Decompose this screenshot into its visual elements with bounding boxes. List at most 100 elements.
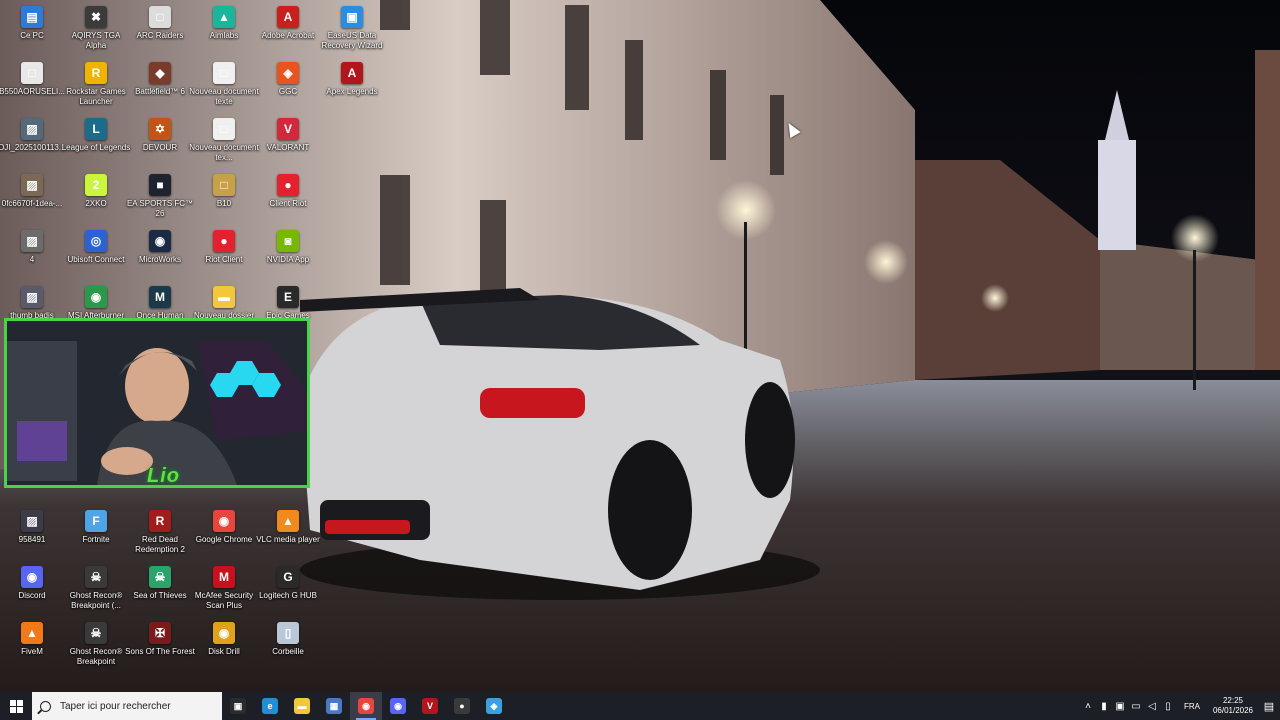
desktop-icon-nvidia-app[interactable]: ◙ NVIDIA App	[256, 226, 320, 280]
desktop-icon-mcafee-security-scan-plus[interactable]: M McAfee Security Scan Plus	[192, 562, 256, 616]
screen-icon[interactable]: ▣	[1112, 692, 1128, 720]
dji-2025100113-icon: ▨	[21, 118, 43, 140]
microworks-icon: ◉	[149, 230, 171, 252]
taskbar-app-edge[interactable]: e	[254, 692, 286, 720]
desktop-icon-0fc6670f-1dea[interactable]: ▨ 0fc6670f-1dea-...	[0, 170, 64, 224]
once-human-icon: M	[149, 286, 171, 308]
desktop-icon-easeus-data-recovery-wizard[interactable]: ▣ EaseUS Data Recovery Wizard	[320, 2, 384, 56]
taskbar-app-chrome[interactable]: ◉	[350, 692, 382, 720]
microphone-icon[interactable]: ▮	[1096, 692, 1112, 720]
task-view-icon: ▣	[230, 698, 246, 714]
desktop-icon-rockstar-games-launcher[interactable]: R Rockstar Games Launcher	[64, 58, 128, 112]
desktop-icon-ghost-recon-breakpoint[interactable]: ☠ Ghost Recon® Breakpoint (...	[64, 562, 128, 616]
desktop-icon-microworks[interactable]: ◉ MicroWorks	[128, 226, 192, 280]
desktop-icon-riot-client[interactable]: ● Riot Client	[192, 226, 256, 280]
desktop-icon-label: Aimlabs	[209, 31, 239, 40]
chevron-up-icon[interactable]: ˄	[1080, 692, 1096, 720]
taskbar-app-app-blue[interactable]: ◈	[478, 692, 510, 720]
desktop-icon-label: Fortnite	[82, 535, 110, 544]
desktop-icon-logitech-g-hub[interactable]: G Logitech G HUB	[256, 562, 320, 616]
desktop-icon-label: AQIRYS TGA Alpha	[71, 31, 121, 50]
desktop-icon-league-of-legends[interactable]: L League of Legends	[62, 114, 130, 168]
taskbar: Taper ici pour rechercher ▣ e ▬ ▦ ◉ ◉ V ● ◈ ˄ ▮ …	[0, 692, 1280, 720]
taskbar-app-task-view[interactable]: ▣	[222, 692, 254, 720]
b10-icon: □	[213, 174, 235, 196]
clock[interactable]: 22:25 06/01/2026	[1208, 696, 1258, 716]
system-tray: ˄ ▮ ▣ ▭ ◁ ▯ FRA 22:25 06/01/2026 ▤	[1080, 692, 1280, 720]
desktop-icon-label: MicroWorks	[138, 255, 182, 264]
aqirys-tga-alpha-icon: ✖	[85, 6, 107, 28]
desktop-icon-devour[interactable]: ✡ DEVOUR	[128, 114, 192, 168]
network-icon[interactable]: ▭	[1128, 692, 1144, 720]
notification-icon[interactable]: ▤	[1258, 700, 1280, 713]
desktop-icon-ubisoft-connect[interactable]: ◎ Ubisoft Connect	[64, 226, 128, 280]
desktop-icon-aimlabs[interactable]: ▲ Aimlabs	[192, 2, 256, 56]
desktop-icon-nouveau-document-tex[interactable]: □ Nouveau document tex...	[189, 114, 259, 168]
desktop-icon-aqirys-tga-alpha[interactable]: ✖ AQIRYS TGA Alpha	[64, 2, 128, 56]
desktop-icon-label: B10	[216, 199, 232, 208]
taskbar-app-obs[interactable]: ●	[446, 692, 478, 720]
desktop-icon-sons-of-the-forest[interactable]: ✠ Sons Of The Forest	[125, 618, 195, 672]
desktop-icon-label: Battlefield™ 6	[135, 87, 185, 96]
desktop-icon-nouveau-document-texte[interactable]: □ Nouveau document texte	[189, 58, 259, 112]
ubisoft-connect-icon: ◎	[85, 230, 107, 252]
desktop-icon-ghost-recon-breakpoint[interactable]: ☠ Ghost Recon® Breakpoint	[64, 618, 128, 672]
desktop-icon-b550aoruseli[interactable]: □ B550AORUSELI...	[0, 58, 65, 112]
desktop-icon-label: Disk Drill	[208, 647, 240, 656]
desktop-icon-label: FiveM	[21, 647, 43, 656]
desktop-icon-valorant[interactable]: V VALORANT	[256, 114, 320, 168]
adobe-acrobat-icon: A	[277, 6, 299, 28]
clock-date: 06/01/2026	[1212, 706, 1254, 715]
epic-games-launcher-icon: E	[277, 286, 299, 308]
google-chrome-icon: ◉	[213, 510, 235, 532]
desktop-icon-2xko[interactable]: 2 2XKO	[64, 170, 128, 224]
desktop-icon-fivem[interactable]: ▲ FiveM	[0, 618, 64, 672]
ghost-recon-breakpoint-icon: ☠	[85, 566, 107, 588]
start-button[interactable]	[0, 692, 32, 720]
desktop-icon-label: Adobe Acrobat	[261, 31, 315, 40]
language-indicator[interactable]: FRA	[1184, 702, 1200, 711]
taskbar-app-store[interactable]: ▦	[318, 692, 350, 720]
desktop-icon-adobe-acrobat[interactable]: A Adobe Acrobat	[256, 2, 320, 56]
desktop-icon-apex-legends[interactable]: A Apex Legends	[320, 58, 384, 112]
desktop-icon-google-chrome[interactable]: ◉ Google Chrome	[192, 506, 256, 560]
search-placeholder: Taper ici pour rechercher	[60, 700, 171, 712]
desktop-icon-fortnite[interactable]: F Fortnite	[64, 506, 128, 560]
desktop-icon-red-dead-redemption-2[interactable]: R Red Dead Redemption 2	[128, 506, 192, 560]
taskbar-search-box[interactable]: Taper ici pour rechercher	[32, 692, 222, 720]
edge-icon: e	[262, 698, 278, 714]
discord-icon: ◉	[21, 566, 43, 588]
search-icon	[40, 700, 51, 712]
desktop-icon-vlc-media-player[interactable]: ▲ VLC media player	[256, 506, 320, 560]
desktop-icon-4[interactable]: ▨ 4	[0, 226, 64, 280]
desktop-icon-battlefield-6[interactable]: ◆ Battlefield™ 6	[128, 58, 192, 112]
desktop-icon-label: Client Riot	[269, 199, 307, 208]
desktop-icon-ea-sports-fc-26[interactable]: ■ EA SPORTS FC™ 26	[126, 170, 194, 224]
desktop-icon-label: Corbeille	[272, 647, 304, 656]
taskbar-app-file-explorer[interactable]: ▬	[286, 692, 318, 720]
taskbar-app-voicemeeter[interactable]: V	[414, 692, 446, 720]
desktop-icon-ce-pc[interactable]: ▤ Ce PC	[0, 2, 64, 56]
desktop-icon-label: EA SPORTS FC™ 26	[126, 199, 194, 218]
desktop-icon-sea-of-thieves[interactable]: ☠ Sea of Thieves	[128, 562, 192, 616]
ce-pc-icon: ▤	[21, 6, 43, 28]
desktop-icon-arc-raiders[interactable]: □ ARC Raiders	[128, 2, 192, 56]
desktop-icon-label: 0fc6670f-1dea-...	[1, 199, 63, 208]
desktop-icon-dji-2025100113[interactable]: ▨ DJI_2025100113...	[0, 114, 66, 168]
taskbar-app-discord[interactable]: ◉	[382, 692, 414, 720]
desktop-icon-client-riot[interactable]: ● Client Riot	[256, 170, 320, 224]
ggc-icon: ◈	[277, 62, 299, 84]
desktop-icon-label: DEVOUR	[142, 143, 178, 152]
desktop-icon-958491[interactable]: ▨ 958491	[0, 506, 64, 560]
red-dead-redemption-2-icon: R	[149, 510, 171, 532]
desktop-icon-label: 958491	[18, 535, 46, 544]
battery-icon[interactable]: ▯	[1160, 692, 1176, 720]
desktop-icon-discord[interactable]: ◉ Discord	[0, 562, 64, 616]
desktop-icon-disk-drill[interactable]: ◉ Disk Drill	[192, 618, 256, 672]
4-icon: ▨	[21, 230, 43, 252]
desktop-icon-b10[interactable]: □ B10	[192, 170, 256, 224]
desktop-icon-corbeille[interactable]: ▯ Corbeille	[256, 618, 320, 672]
client-riot-icon: ●	[277, 174, 299, 196]
desktop-icon-ggc[interactable]: ◈ GGC	[256, 58, 320, 112]
volume-icon[interactable]: ◁	[1144, 692, 1160, 720]
